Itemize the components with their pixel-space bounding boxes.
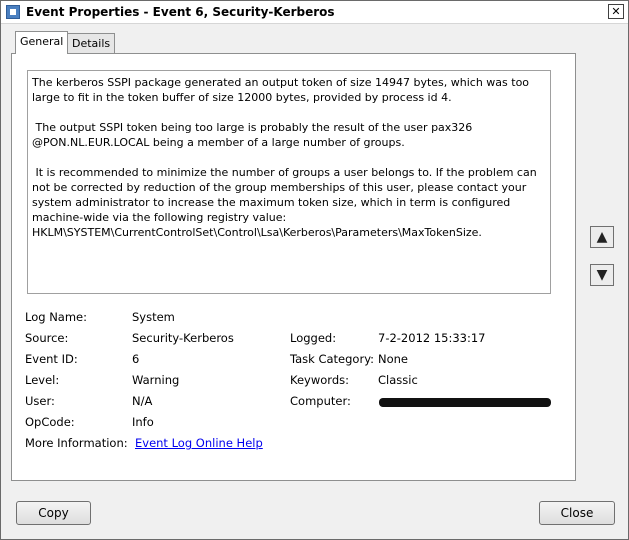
arrow-down-icon: ▼ bbox=[596, 267, 608, 283]
log-name-value: System bbox=[132, 310, 175, 324]
general-tab-panel: The kerberos SSPI package generated an o… bbox=[11, 53, 576, 481]
event-properties-window: Event Properties - Event 6, Security-Ker… bbox=[0, 0, 629, 540]
level-label: Level: bbox=[25, 373, 60, 387]
window-title: Event Properties - Event 6, Security-Ker… bbox=[26, 5, 335, 19]
event-description[interactable]: The kerberos SSPI package generated an o… bbox=[27, 70, 551, 294]
task-category-value: None bbox=[378, 352, 409, 366]
title-bar: Event Properties - Event 6, Security-Ker… bbox=[1, 1, 628, 24]
copy-button[interactable]: Copy bbox=[16, 501, 91, 525]
tab-details[interactable]: Details bbox=[67, 33, 116, 53]
source-label: Source: bbox=[25, 331, 69, 345]
close-window-button[interactable]: ✕ bbox=[608, 4, 624, 19]
event-id-label: Event ID: bbox=[25, 352, 78, 366]
close-button[interactable]: Close bbox=[539, 501, 615, 525]
user-label: User: bbox=[25, 394, 55, 408]
previous-event-button[interactable]: ▲ bbox=[590, 226, 614, 248]
computer-value-redacted bbox=[379, 398, 551, 407]
logged-label: Logged: bbox=[290, 331, 337, 345]
source-value: Security-Kerberos bbox=[132, 331, 234, 345]
event-log-online-help-link[interactable]: Event Log Online Help bbox=[135, 436, 263, 450]
opcode-label: OpCode: bbox=[25, 415, 75, 429]
keywords-value: Classic bbox=[378, 373, 418, 387]
opcode-value: Info bbox=[132, 415, 154, 429]
user-value: N/A bbox=[132, 394, 153, 408]
keywords-label: Keywords: bbox=[290, 373, 349, 387]
next-event-button[interactable]: ▼ bbox=[590, 264, 614, 286]
level-value: Warning bbox=[132, 373, 180, 387]
log-name-label: Log Name: bbox=[25, 310, 87, 324]
tab-general[interactable]: General bbox=[15, 31, 69, 54]
computer-label: Computer: bbox=[290, 394, 351, 408]
more-information-label: More Information: bbox=[25, 436, 128, 450]
event-id-value: 6 bbox=[132, 352, 140, 366]
event-viewer-icon bbox=[6, 5, 20, 19]
task-category-label: Task Category: bbox=[290, 352, 375, 366]
logged-value: 7-2-2012 15:33:17 bbox=[378, 331, 486, 345]
arrow-up-icon: ▲ bbox=[596, 229, 608, 245]
